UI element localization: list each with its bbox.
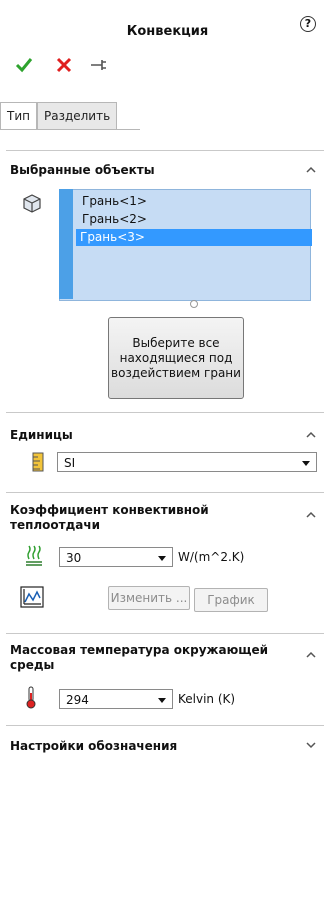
help-icon[interactable]: ? bbox=[300, 16, 316, 32]
edit-button[interactable]: Изменить ... bbox=[108, 586, 190, 610]
tab-type[interactable]: Тип bbox=[0, 102, 37, 130]
face-cube-icon bbox=[23, 194, 41, 213]
cancel-x-icon[interactable] bbox=[56, 57, 72, 73]
coefficient-input[interactable]: 30 bbox=[59, 547, 173, 567]
coefficient-value: 30 bbox=[66, 551, 82, 565]
time-curve-icon[interactable] bbox=[20, 586, 44, 608]
section-divider bbox=[6, 150, 324, 151]
chevron-up-icon[interactable] bbox=[306, 430, 316, 440]
dropdown-arrow-icon bbox=[158, 698, 166, 703]
units-select[interactable]: SI bbox=[57, 452, 317, 472]
ok-check-icon[interactable] bbox=[14, 56, 34, 74]
temperature-value: 294 bbox=[66, 693, 89, 707]
units-title: Единицы bbox=[10, 428, 73, 442]
dropdown-arrow-icon bbox=[302, 461, 310, 466]
resize-handle[interactable] bbox=[190, 300, 198, 308]
tab-bar: Тип Разделить bbox=[0, 102, 118, 130]
select-all-affected-faces-button[interactable]: Выберите все находящиеся под воздействие… bbox=[108, 317, 244, 399]
chevron-down-icon[interactable] bbox=[306, 740, 316, 750]
convection-coefficient-title: Коэффициент конвективной теплоотдачи bbox=[10, 503, 209, 532]
section-divider bbox=[6, 633, 324, 634]
temperature-unit: Kelvin (K) bbox=[178, 692, 236, 706]
selected-faces-list[interactable]: Грань<1> Грань<2> Грань<3> bbox=[59, 189, 312, 301]
list-item[interactable]: Грань<1> bbox=[78, 193, 147, 210]
pushpin-icon[interactable] bbox=[89, 58, 109, 72]
list-item-selected[interactable]: Грань<3> bbox=[76, 229, 312, 246]
list-selection-bar bbox=[59, 189, 73, 299]
chevron-up-icon[interactable] bbox=[306, 650, 316, 660]
symbol-settings-title: Настройки обозначения bbox=[10, 739, 178, 753]
chevron-up-icon[interactable] bbox=[306, 165, 316, 175]
section-divider bbox=[6, 412, 324, 413]
chevron-up-icon[interactable] bbox=[306, 510, 316, 520]
coefficient-unit: W/(m^2.K) bbox=[178, 550, 245, 564]
selected-entities-title: Выбранные объекты bbox=[10, 163, 155, 177]
page-title: Конвекция bbox=[126, 24, 209, 39]
tab-split[interactable]: Разделить bbox=[36, 102, 118, 130]
select-all-label: Выберите все находящиеся под воздействие… bbox=[111, 335, 241, 380]
temperature-input[interactable]: 294 bbox=[59, 689, 173, 709]
thermometer-icon bbox=[26, 686, 36, 709]
convection-heat-icon bbox=[26, 545, 42, 566]
dropdown-arrow-icon bbox=[158, 556, 166, 561]
section-divider bbox=[6, 725, 324, 726]
bulk-temperature-title: Массовая температура окружающей среды bbox=[10, 643, 269, 672]
graph-button[interactable]: График bbox=[194, 588, 268, 612]
tab-underline bbox=[0, 129, 140, 130]
section-divider bbox=[6, 492, 324, 493]
list-item[interactable]: Грань<2> bbox=[78, 211, 147, 228]
units-value: SI bbox=[64, 456, 76, 470]
ruler-icon bbox=[32, 452, 44, 472]
